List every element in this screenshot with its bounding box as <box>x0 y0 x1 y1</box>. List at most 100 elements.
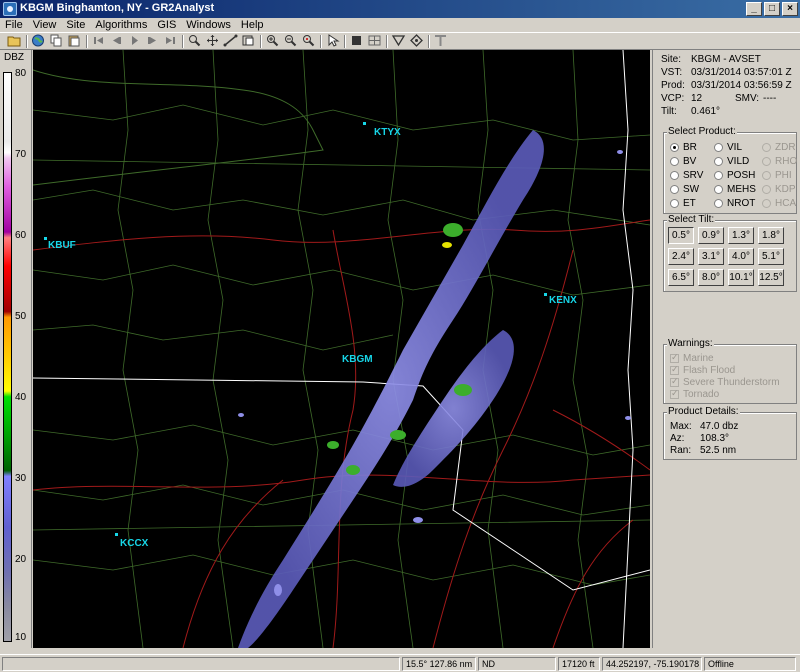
skip-last-icon[interactable] <box>162 34 179 49</box>
echo-core-green <box>327 441 339 449</box>
warnings-title: Warnings: <box>667 338 714 349</box>
site-label-kccx[interactable]: KCCX <box>120 538 148 549</box>
zoom-out-icon[interactable] <box>282 34 299 49</box>
scale-tick: 50 <box>15 311 27 322</box>
scale-tick: 70 <box>15 149 27 160</box>
tilt-button-4-0[interactable]: 4.0° <box>728 248 754 265</box>
tilt-button-6-5[interactable]: 6.5° <box>668 269 694 286</box>
tilt-button-12-5[interactable]: 12.5° <box>758 269 784 286</box>
site-label-kenx[interactable]: KENX <box>549 295 577 306</box>
menu-gis[interactable]: GIS <box>152 18 181 32</box>
status-connection: Offline <box>704 657 796 671</box>
echo-core-green <box>443 223 463 237</box>
window-controls: _ □ × <box>744 2 798 16</box>
menu-view[interactable]: View <box>28 18 62 32</box>
detail-ran: Ran: 52.5 nm <box>670 445 737 456</box>
cursor-icon[interactable] <box>324 34 341 49</box>
tilt-button-8-0[interactable]: 8.0° <box>698 269 724 286</box>
site-label-kbgm[interactable]: KBGM <box>342 354 373 365</box>
product-bv[interactable]: BV <box>670 156 696 167</box>
info-vcp: VCP: 12 SMV: ---- <box>661 93 777 104</box>
tilt-button-0-9[interactable]: 0.9° <box>698 227 724 244</box>
scale-tick: 80 <box>15 68 27 79</box>
copy-icon[interactable] <box>48 34 65 49</box>
info-site: Site: KBGM - AVSET <box>661 54 761 65</box>
open-folder-icon[interactable] <box>6 34 23 49</box>
product-posh[interactable]: POSH <box>714 170 755 181</box>
filter-icon[interactable] <box>390 34 407 49</box>
diamond-icon[interactable] <box>408 34 425 49</box>
echo-core-yellow <box>442 242 452 248</box>
county-lines <box>33 50 650 648</box>
zoom-reset-icon[interactable] <box>300 34 317 49</box>
pan-icon[interactable] <box>204 34 221 49</box>
minimize-button[interactable]: _ <box>746 2 762 16</box>
menu-algorithms[interactable]: Algorithms <box>90 18 152 32</box>
info-prod: Prod: 03/31/2014 03:56:59 Z <box>661 80 792 91</box>
close-button[interactable]: × <box>782 2 798 16</box>
zoom-in-icon[interactable] <box>264 34 281 49</box>
site-marker <box>115 533 118 536</box>
menu-file[interactable]: File <box>0 18 28 32</box>
product-vild[interactable]: VILD <box>714 156 749 167</box>
menu-bar: File View Site Algorithms GIS Windows He… <box>0 18 800 32</box>
status-height: 17120 ft <box>558 657 600 671</box>
detail-az: Az: 108.3° <box>670 433 730 444</box>
site-label-ktyx[interactable]: KTYX <box>374 127 401 138</box>
select-product-group: Select Product: BR VIL ZDR BV VILD RHO S… <box>663 126 797 214</box>
map-canvas <box>33 50 650 648</box>
site-marker <box>44 237 47 240</box>
menu-windows[interactable]: Windows <box>181 18 236 32</box>
site-label-kbuf[interactable]: KBUF <box>48 240 76 251</box>
product-br[interactable]: BR <box>670 142 697 153</box>
info-vst: VST: 03/31/2014 03:57:01 Z <box>661 67 792 78</box>
scale-tick: 30 <box>15 473 27 484</box>
product-vil[interactable]: VIL <box>714 142 742 153</box>
select-tilt-title: Select Tilt: <box>667 214 716 225</box>
layers-icon[interactable] <box>240 34 257 49</box>
echo-core-green <box>346 465 360 475</box>
tilt-button-3-1[interactable]: 3.1° <box>698 248 724 265</box>
echo-fragment <box>617 150 623 154</box>
measure-icon[interactable] <box>222 34 239 49</box>
echo-fragment <box>274 584 282 596</box>
checkbox-icon <box>670 352 679 363</box>
grid-icon[interactable] <box>366 34 383 49</box>
radio-icon <box>762 185 771 194</box>
tilt-button-1-8[interactable]: 1.8° <box>758 227 784 244</box>
app-radar-icon <box>3 2 17 16</box>
play-icon[interactable] <box>126 34 143 49</box>
checkbox-icon <box>670 364 679 375</box>
skip-first-icon[interactable] <box>90 34 107 49</box>
control-panel: Site: KBGM - AVSET VST: 03/31/2014 03:57:0… <box>652 50 800 648</box>
product-et[interactable]: ET <box>670 198 696 209</box>
radar-map[interactable]: KTYX KBUF KENX KBGM KCCX <box>33 50 650 648</box>
product-mehs[interactable]: MEHS <box>714 184 756 195</box>
globe-icon[interactable] <box>30 34 47 49</box>
status-value: ND <box>478 657 556 671</box>
window-title: KBGM Binghamton, NY - GR2Analyst <box>20 2 215 14</box>
tilt-button-2-4[interactable]: 2.4° <box>668 248 694 265</box>
warning-flash-flood-checkbox: Flash Flood <box>670 364 735 376</box>
step-forward-icon[interactable] <box>144 34 161 49</box>
step-back-icon[interactable] <box>108 34 125 49</box>
tilt-button-0-5[interactable]: 0.5° <box>668 227 694 244</box>
menu-site[interactable]: Site <box>61 18 90 32</box>
toolbar <box>0 32 800 50</box>
product-srv[interactable]: SRV <box>670 170 703 181</box>
product-nrot[interactable]: NROT <box>714 198 755 209</box>
product-sw[interactable]: SW <box>670 184 699 195</box>
tilt-button-1-3[interactable]: 1.3° <box>728 227 754 244</box>
menu-help[interactable]: Help <box>236 18 269 32</box>
radio-icon <box>670 199 679 208</box>
radio-icon <box>670 185 679 194</box>
echo-core-green <box>454 384 472 396</box>
maximize-button[interactable]: □ <box>764 2 780 16</box>
select-tilt-group: Select Tilt: 0.5° 0.9° 1.3° 1.8° 2.4° 3.… <box>663 214 797 292</box>
paste-icon[interactable] <box>66 34 83 49</box>
stop-icon[interactable] <box>348 34 365 49</box>
text-icon[interactable] <box>432 34 449 49</box>
tilt-button-10-1[interactable]: 10.1° <box>728 269 754 286</box>
tilt-button-5-1[interactable]: 5.1° <box>758 248 784 265</box>
zoom-icon[interactable] <box>186 34 203 49</box>
